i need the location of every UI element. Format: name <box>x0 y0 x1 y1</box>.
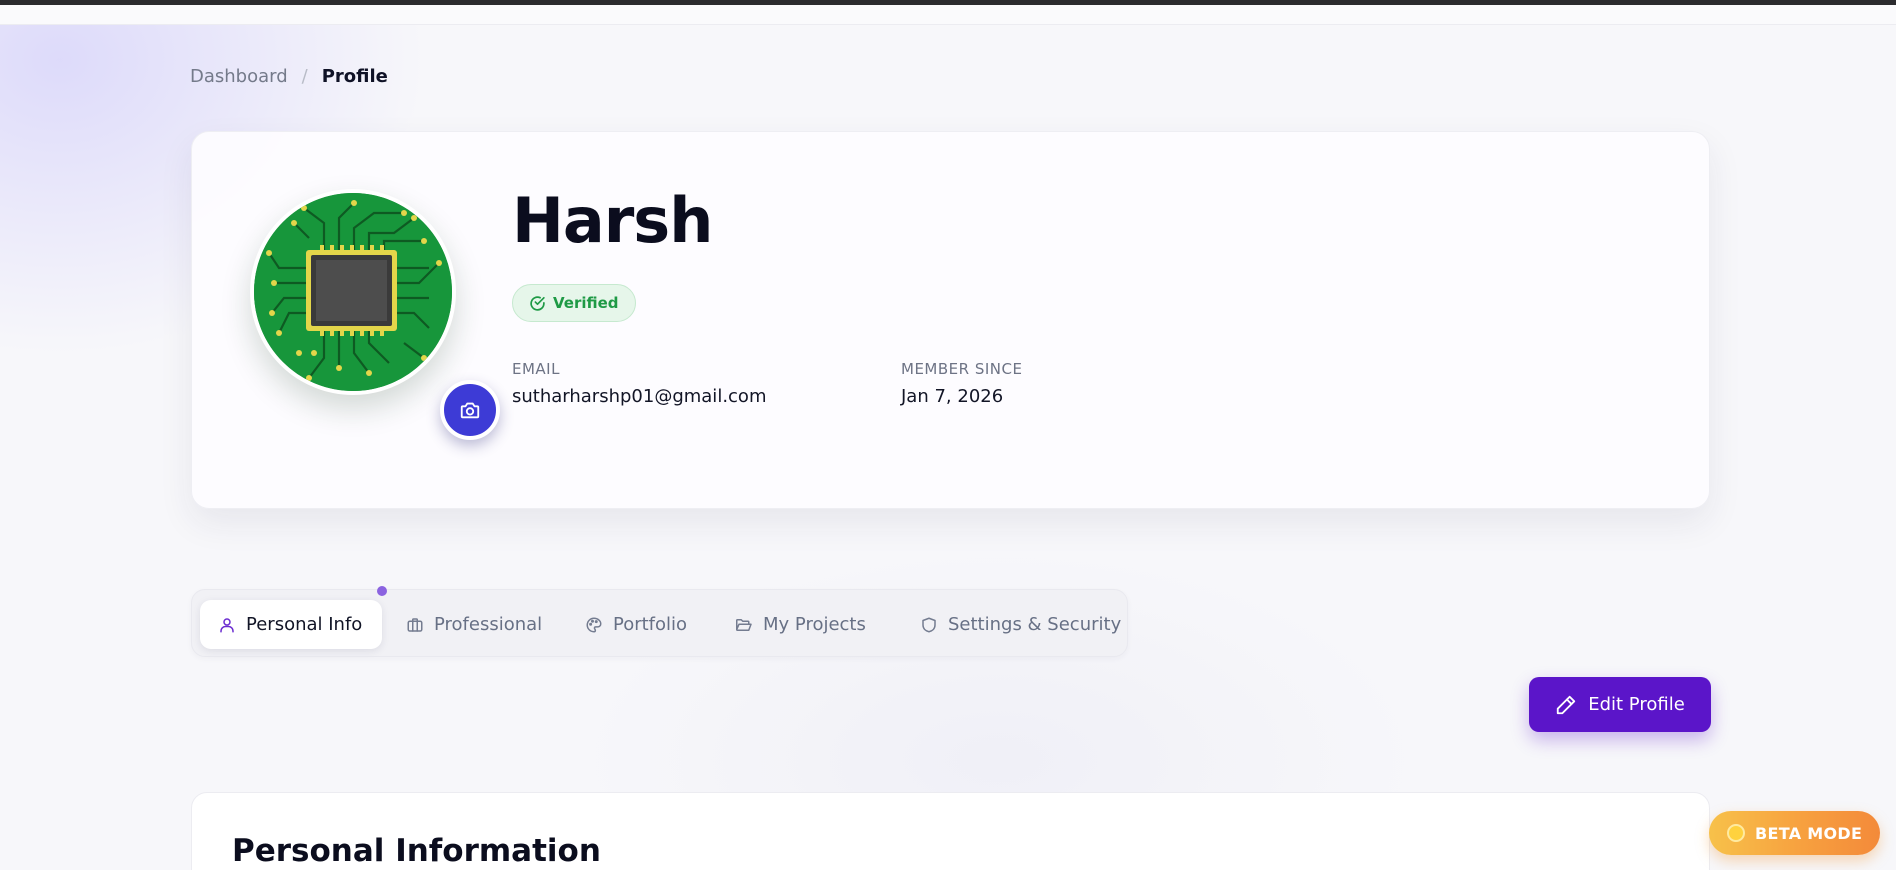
breadcrumb: Dashboard / Profile <box>190 66 388 87</box>
avatar[interactable] <box>250 189 456 395</box>
folder-open-icon <box>736 618 752 631</box>
personal-information-card: Personal Information <box>191 792 1710 870</box>
tab-settings-security[interactable]: Settings & Security <box>902 600 1139 649</box>
beta-mode-badge[interactable]: BETA MODE <box>1709 811 1880 855</box>
tab-portfolio[interactable]: Portfolio <box>567 600 705 649</box>
member-since-label: MEMBER SINCE <box>901 360 1023 378</box>
change-photo-button[interactable] <box>440 380 500 440</box>
tab-label: Portfolio <box>613 614 688 635</box>
header-strip <box>0 5 1896 25</box>
user-icon <box>220 617 234 632</box>
tab-professional[interactable]: Professional <box>388 600 560 649</box>
profile-name: Harsh <box>512 184 713 257</box>
profile-card: Harsh Verified EMAIL sutharharshp01@gmai… <box>191 131 1710 509</box>
email-label: EMAIL <box>512 360 560 378</box>
pencil-icon <box>1557 695 1576 714</box>
edit-profile-button[interactable]: Edit Profile <box>1529 677 1711 732</box>
check-circle-icon <box>530 295 545 311</box>
profile-tabs: Personal Info Professional Portfolio My … <box>191 586 1128 657</box>
breadcrumb-current: Profile <box>321 66 388 87</box>
tab-my-projects[interactable]: My Projects <box>716 600 884 649</box>
tab-personal-info[interactable]: Personal Info <box>200 600 382 649</box>
section-title: Personal Information <box>232 833 601 869</box>
beta-mode-label: BETA MODE <box>1755 823 1863 843</box>
breadcrumb-separator: / <box>301 66 308 87</box>
tab-label: Settings & Security <box>948 614 1122 635</box>
active-tab-indicator <box>377 586 387 596</box>
email-value: sutharharshp01@gmail.com <box>512 386 767 407</box>
verified-badge: Verified <box>512 284 636 322</box>
shield-icon <box>922 617 936 632</box>
camera-icon <box>460 402 480 419</box>
member-since-value: Jan 7, 2026 <box>901 386 1004 407</box>
briefcase-icon <box>407 617 423 632</box>
palette-icon <box>586 617 602 632</box>
tab-label: Professional <box>434 614 543 635</box>
circuit-chip-avatar-image <box>254 193 452 391</box>
beta-status-dot-icon <box>1727 824 1745 842</box>
avatar-container <box>250 189 500 440</box>
edit-profile-label: Edit Profile <box>1588 694 1685 715</box>
verified-label: Verified <box>553 294 619 312</box>
tab-label: My Projects <box>763 614 866 635</box>
breadcrumb-dashboard-link[interactable]: Dashboard <box>190 66 288 87</box>
tab-label: Personal Info <box>246 614 363 635</box>
